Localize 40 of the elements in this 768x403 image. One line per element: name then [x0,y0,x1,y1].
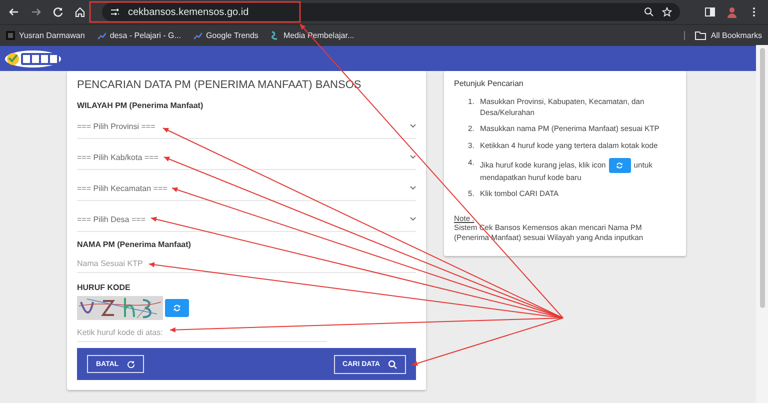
chevron-icon [410,124,416,128]
guide-title: Petunjuk Pencarian [454,79,524,88]
logo-drawing [4,50,62,68]
site-settings-icon[interactable] [110,7,120,17]
trend-icon [96,31,106,40]
folder-icon [694,31,706,40]
chevron-icon [410,155,416,159]
home-icon[interactable] [74,6,86,18]
dropdown-field[interactable]: === Pilih Desa === [77,207,416,232]
dropdown-field[interactable]: === Pilih Kecamatan === [77,176,416,201]
dropdown-field[interactable]: === Pilih Kab/kota === [77,145,416,170]
all-bookmarks[interactable]: All Bookmarks [684,31,762,40]
trend-icon [192,31,202,40]
chevron-icon [410,217,416,221]
back-icon[interactable] [8,6,20,18]
reset-icon [126,360,135,368]
code-input-field[interactable]: Ketik huruf kode di atas: [77,324,327,342]
reload-icon[interactable] [52,6,64,18]
search-icon [388,360,397,368]
bookmark-favicon-icon [6,31,15,40]
section-heading: WILAYAH PM (Penerima Manfaat) [77,101,204,110]
chevron-icon [410,186,416,190]
dropdown-field[interactable]: === Pilih Provinsi === [77,114,416,139]
bookmark-favicon-icon [270,31,280,40]
avatar-icon[interactable] [726,6,738,18]
bookmark[interactable]: Google Trends [192,31,258,40]
address-bar[interactable]: cekbansos.kemensos.go.id [102,3,680,21]
bookmark[interactable]: Yusran Darmawan [6,31,85,40]
forward-icon[interactable] [30,6,42,18]
name-input-field[interactable]: Nama Sesuai KTP [77,255,416,273]
section-heading: NAMA PM (Penerima Manfaat) [77,240,192,249]
side-panel-icon[interactable] [704,6,716,18]
refresh-icon [615,160,624,170]
section-heading: HURUF KODE [77,283,132,292]
star-icon[interactable] [662,7,672,17]
bookmark[interactable]: desa - Pelajari - G... [96,31,181,40]
scrollbar-thumb[interactable] [760,48,764,308]
refresh-icon [172,303,182,313]
refresh-code-button[interactable] [165,299,189,317]
zoom-icon[interactable] [644,7,654,17]
